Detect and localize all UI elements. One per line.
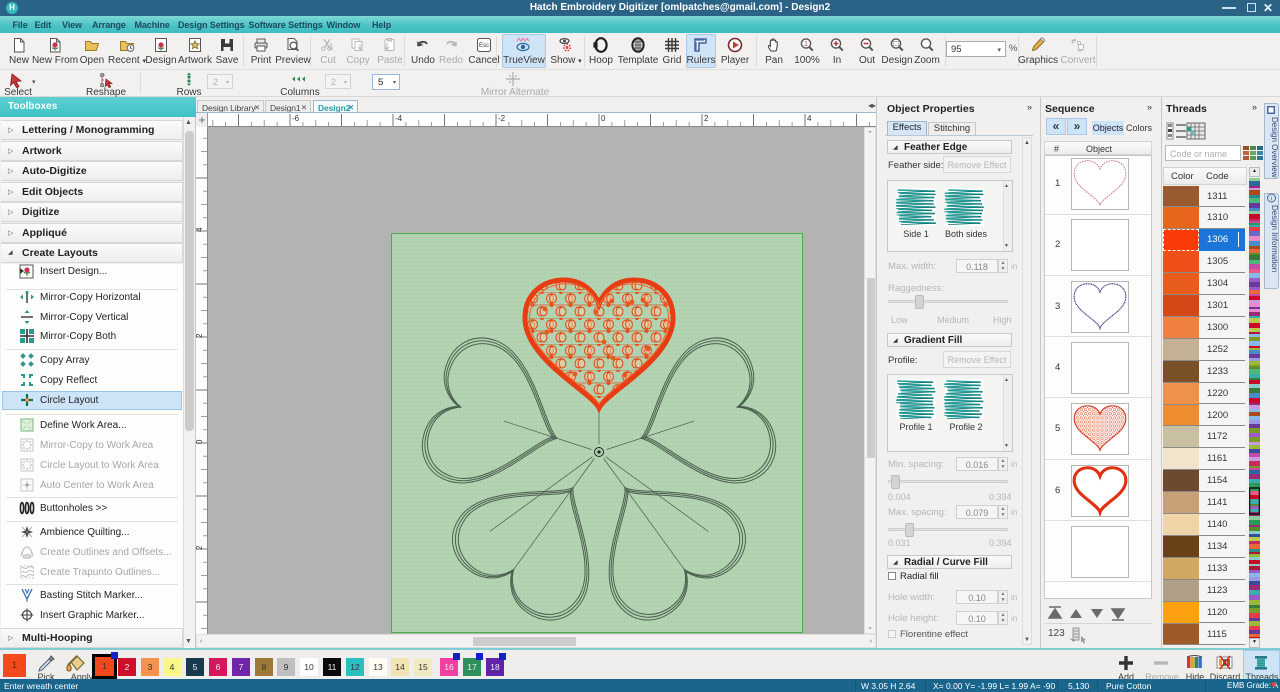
svg-text:0: 0 — [196, 439, 204, 444]
svg-text:2: 2 — [196, 333, 204, 338]
svg-text:0: 0 — [601, 114, 606, 123]
svg-text:2: 2 — [704, 114, 709, 123]
svg-text:1: 1 — [804, 41, 808, 48]
svg-text:Design Information: Design Information — [1270, 205, 1279, 272]
svg-text:4: 4 — [196, 227, 204, 232]
svg-text:4: 4 — [807, 114, 812, 123]
svg-text:Design Overview: Design Overview — [1270, 117, 1279, 178]
svg-text:-2: -2 — [498, 114, 506, 123]
svg-text:2: 2 — [196, 545, 204, 550]
svg-text:-6: -6 — [292, 114, 300, 123]
svg-text:Esc: Esc — [479, 43, 489, 49]
svg-text:-4: -4 — [395, 114, 403, 123]
svg-text:i: i — [1271, 196, 1272, 203]
